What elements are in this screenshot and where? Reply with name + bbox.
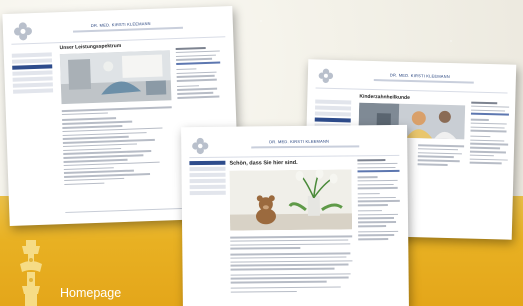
header-divider	[315, 87, 508, 94]
nav-item[interactable]	[13, 88, 54, 94]
sidebar-nav	[189, 160, 226, 197]
nav-item[interactable]	[315, 99, 352, 105]
flower-logo-icon	[318, 68, 334, 84]
nav-item-active[interactable]	[314, 117, 351, 123]
body-text	[417, 144, 467, 168]
page-title: Unser Leistungsspektrum	[59, 42, 122, 52]
footer-line	[65, 207, 186, 214]
page-title: Schön, dass Sie hier sind.	[229, 159, 298, 167]
treatment-room-photo	[59, 50, 172, 105]
nav-item[interactable]	[189, 184, 226, 190]
presentation-scene: DR. MED. KIRSTI KLEEMANN Unser Leistungs…	[0, 0, 523, 306]
brand-name: DR. MED. KIRSTI KLEEMANN	[389, 72, 450, 80]
brand-tagline	[373, 79, 474, 84]
sidebar-contact-text	[175, 46, 226, 100]
website-mockup-welcome: DR. MED. KIRSTI KLEEMANN Schön, dass Sie…	[181, 124, 409, 306]
nav-item[interactable]	[11, 52, 52, 58]
brand-name: DR. MED. KIRSTI KLEEMANN	[90, 20, 151, 28]
body-text	[230, 235, 355, 295]
nav-item[interactable]	[12, 70, 53, 76]
header-divider	[189, 154, 400, 159]
tulips-teddy-photo	[229, 169, 353, 231]
nav-item[interactable]	[315, 105, 352, 111]
homepage-caption: Homepage	[60, 286, 122, 300]
nav-item[interactable]	[189, 166, 226, 172]
brand-tagline	[72, 26, 183, 33]
flower-logo-icon	[13, 21, 34, 42]
brand-tagline	[251, 145, 360, 149]
nav-item[interactable]	[12, 82, 53, 88]
nav-item[interactable]	[11, 58, 53, 64]
nav-item[interactable]	[189, 190, 226, 196]
sidebar-contact-text	[357, 159, 402, 242]
nav-item-active[interactable]	[12, 64, 53, 70]
nav-item[interactable]	[12, 76, 53, 82]
baroque-emblem-icon	[16, 236, 46, 306]
sidebar-nav	[11, 52, 54, 95]
nav-item[interactable]	[314, 111, 351, 117]
nav-item[interactable]	[189, 178, 226, 184]
page-title: Kinderzahnheilkunde	[359, 93, 410, 101]
flower-logo-icon	[191, 137, 209, 155]
sidebar-contact-text	[469, 101, 512, 167]
nav-item[interactable]	[189, 172, 226, 178]
nav-item-active[interactable]	[189, 160, 226, 166]
body-text	[61, 106, 179, 187]
brand-name: DR. MED. KIRSTI KLEEMANN	[269, 138, 330, 145]
